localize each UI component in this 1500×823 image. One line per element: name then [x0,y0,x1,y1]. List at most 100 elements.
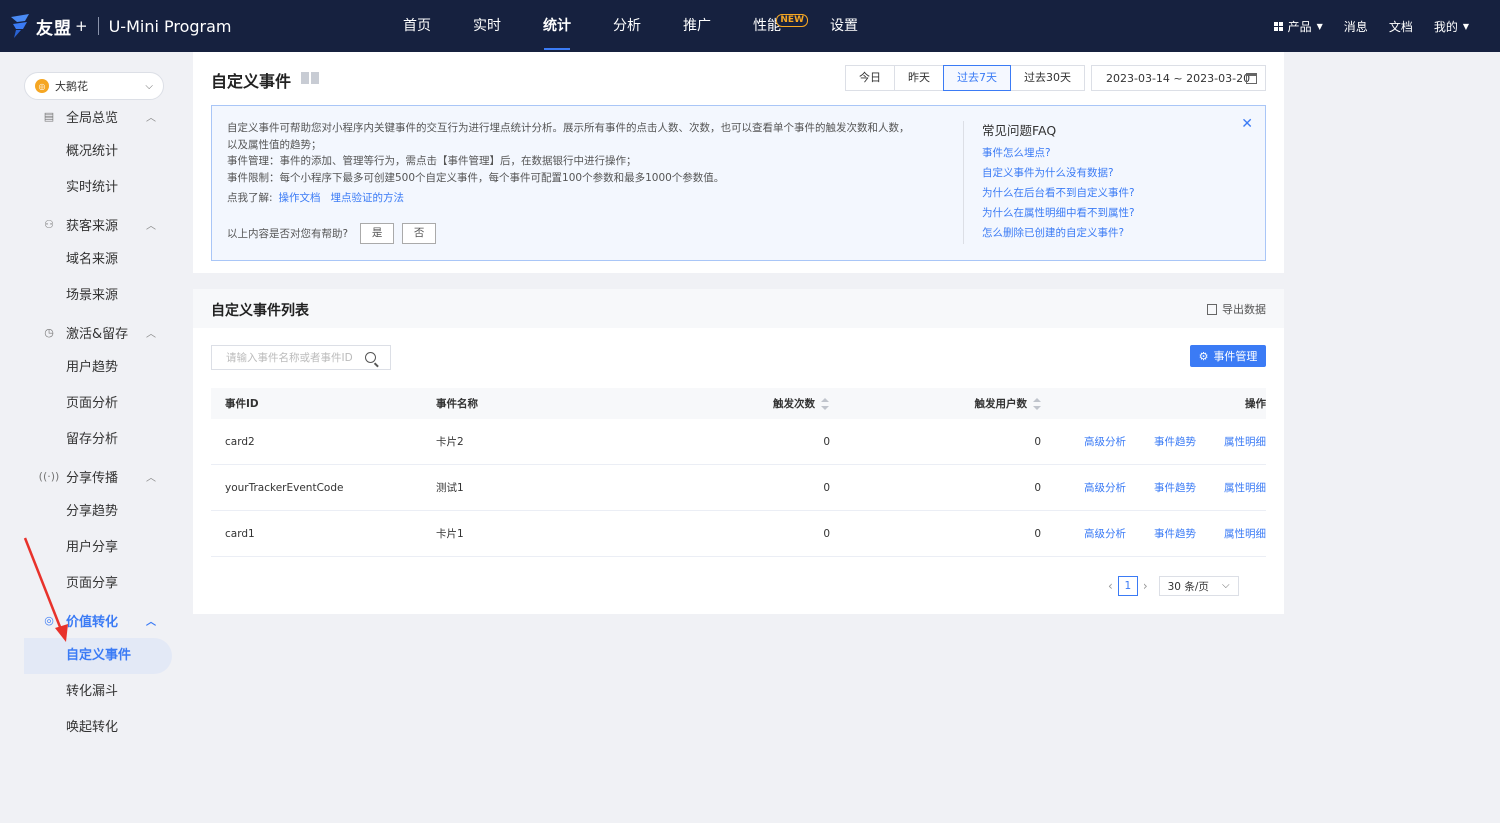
nav-home-label: 首页 [403,18,431,34]
user-source-icon: ⚇ [44,217,54,231]
sort-icon[interactable] [821,398,829,410]
sidebar-item-retention[interactable]: 留存分析 [24,422,172,458]
mine-label: 我的 [1433,19,1458,34]
search-icon[interactable] [365,352,376,363]
event-trend-link[interactable]: 事件趋势 [1154,526,1196,541]
prev-page-icon[interactable]: ‹ [1103,579,1118,593]
pagination: ‹ 1 › 30 条/页 ⌵ [1103,576,1239,596]
app-selector[interactable]: ◎ 大鹅花 ⌵ [24,72,164,100]
sidebar-item-invoke-conversion[interactable]: 唤起转化 [24,710,172,746]
faq-panel: 常见问题FAQ 事件怎么埋点? 自定义事件为什么没有数据? 为什么在后台看不到自… [982,120,1135,243]
sidebar-group-share[interactable]: ((·)) 分享传播 ︿ [24,458,172,494]
nav-home[interactable]: 首页 [382,0,452,52]
sidebar-group-overview[interactable]: ▤ 全局总览 ︿ [24,98,172,134]
event-list-card: 自定义事件列表 导出数据 ⚙ 事件管理 事件ID 事件名称 触发次数 触发用户数… [193,289,1284,614]
group-label: 全局总览 [66,110,119,126]
advanced-analysis-link[interactable]: 高级分析 [1084,434,1126,449]
mine-menu[interactable]: 我的 ▼ [1434,18,1469,35]
nav-statistics[interactable]: 统计 [522,0,592,52]
event-search [211,345,391,370]
attribute-detail-link[interactable]: 属性明细 [1224,526,1266,541]
advanced-analysis-link[interactable]: 高级分析 [1084,480,1126,495]
sidebar-item-realtime-stats[interactable]: 实时统计 [24,170,172,206]
date-tab-today[interactable]: 今日 [845,65,895,91]
trigger-users: 0 [1034,481,1041,494]
group-label: 分享传播 [66,470,119,486]
event-table: 事件ID 事件名称 触发次数 触发用户数 操作 card2 卡片2 0 0 高级… [211,388,1266,557]
faq-link[interactable]: 为什么在后台看不到自定义事件? [982,183,1135,203]
date-range-tabs: 今日 昨天 过去7天 过去30天 [845,65,1085,91]
attribute-detail-link[interactable]: 属性明细 [1224,434,1266,449]
date-tab-yesterday[interactable]: 昨天 [894,65,944,91]
event-id: card2 [225,435,255,448]
faq-title: 常见问题FAQ [982,123,1057,138]
learn-prefix: 点我了解: [227,192,273,204]
annotation-arrow-icon [23,537,68,642]
page-size-select[interactable]: 30 条/页 ⌵ [1158,576,1239,596]
col-event-name: 事件名称 [436,398,478,410]
product-name: U-Mini Program [108,16,232,36]
table-row: yourTrackerEventCode 测试1 0 0 高级分析 事件趋势 属… [211,465,1266,511]
attribute-detail-link[interactable]: 属性明细 [1224,480,1266,495]
no-button[interactable]: 否 [402,223,437,244]
sidebar-item-overview-stats[interactable]: 概况统计 [24,134,172,170]
faq-link[interactable]: 为什么在属性明细中看不到属性? [982,203,1135,223]
nav-analysis[interactable]: 分析 [592,0,662,52]
date-tab-7days[interactable]: 过去7天 [943,65,1011,91]
page-number[interactable]: 1 [1117,576,1138,596]
event-trend-link[interactable]: 事件趋势 [1154,434,1196,449]
export-button[interactable]: 导出数据 [1207,301,1266,317]
nav-promotion[interactable]: 推广 [662,0,732,52]
sidebar-item-share-trend[interactable]: 分享趋势 [24,494,172,530]
chevron-down-icon: ⌵ [1222,580,1230,591]
event-name: 卡片2 [436,436,464,448]
row-actions: 高级分析 事件趋势 属性明细 [1084,480,1266,495]
sidebar-item-user-trend[interactable]: 用户趋势 [24,350,172,386]
date-range-picker[interactable]: 2023-03-14 ~ 2023-03-20 [1091,65,1266,91]
row-actions: 高级分析 事件趋势 属性明细 [1084,526,1266,541]
sidebar-item-scene-source[interactable]: 场景来源 [24,278,172,314]
event-manage-label: 事件管理 [1213,350,1258,363]
nav-realtime[interactable]: 实时 [452,0,522,52]
sidebar-item-funnel[interactable]: 转化漏斗 [24,674,172,710]
sort-icon[interactable] [1033,398,1041,410]
yes-button[interactable]: 是 [360,223,395,244]
trigger-users: 0 [1034,527,1041,540]
nav-settings[interactable]: 设置 [808,0,879,52]
next-page-icon[interactable]: › [1138,579,1153,593]
sidebar-group-acquisition[interactable]: ⚇ 获客来源 ︿ [24,206,172,242]
faq-link[interactable]: 怎么删除已创建的自定义事件? [982,223,1135,243]
products-menu[interactable]: 产品 ▼ [1273,18,1323,35]
chevron-down-icon: ⌵ [145,80,153,92]
brand-divider [97,17,99,35]
main-nav: 首页 实时 统计 分析 推广 性能 NEW 设置 [382,0,879,52]
col-trigger-users[interactable]: 触发用户数 [975,396,1041,411]
sidebar-item-domain-source[interactable]: 域名来源 [24,242,172,278]
export-label: 导出数据 [1222,303,1266,316]
docs-link[interactable]: 操作文档 [279,192,321,204]
sidebar-group-activation[interactable]: ◷ 激活&留存 ︿ [24,314,172,350]
event-trend-link[interactable]: 事件趋势 [1154,480,1196,495]
advanced-analysis-link[interactable]: 高级分析 [1084,526,1126,541]
event-manage-button[interactable]: ⚙ 事件管理 [1190,345,1266,367]
col-trigger-count[interactable]: 触发次数 [773,396,829,411]
helpful-feedback: 以上内容是否对您有帮助? 是 否 [227,223,437,244]
messages-link[interactable]: 消息 [1344,18,1368,35]
date-tab-30days[interactable]: 过去30天 [1010,65,1085,91]
brand[interactable]: 友盟 + U-Mini Program [8,12,232,40]
share-icon: ((·)) [38,469,60,483]
page-size-value: 30 条/页 [1167,580,1209,593]
date-range-value: 2023-03-14 ~ 2023-03-20 [1106,71,1251,85]
docs-link[interactable]: 文档 [1389,18,1413,35]
search-input[interactable] [226,351,361,364]
faq-link[interactable]: 自定义事件为什么没有数据? [982,163,1135,183]
close-icon[interactable]: ✕ [1241,116,1253,132]
book-icon[interactable] [301,72,319,84]
sidebar-item-page-analysis[interactable]: 页面分析 [24,386,172,422]
chevron-up-icon: ︿ [146,616,156,628]
faq-link[interactable]: 事件怎么埋点? [982,143,1135,163]
nav-performance[interactable]: 性能 NEW [732,0,808,52]
verify-method-link[interactable]: 埋点验证的方法 [331,192,405,204]
group-label: 获客来源 [66,218,119,234]
trigger-count: 0 [823,527,830,540]
